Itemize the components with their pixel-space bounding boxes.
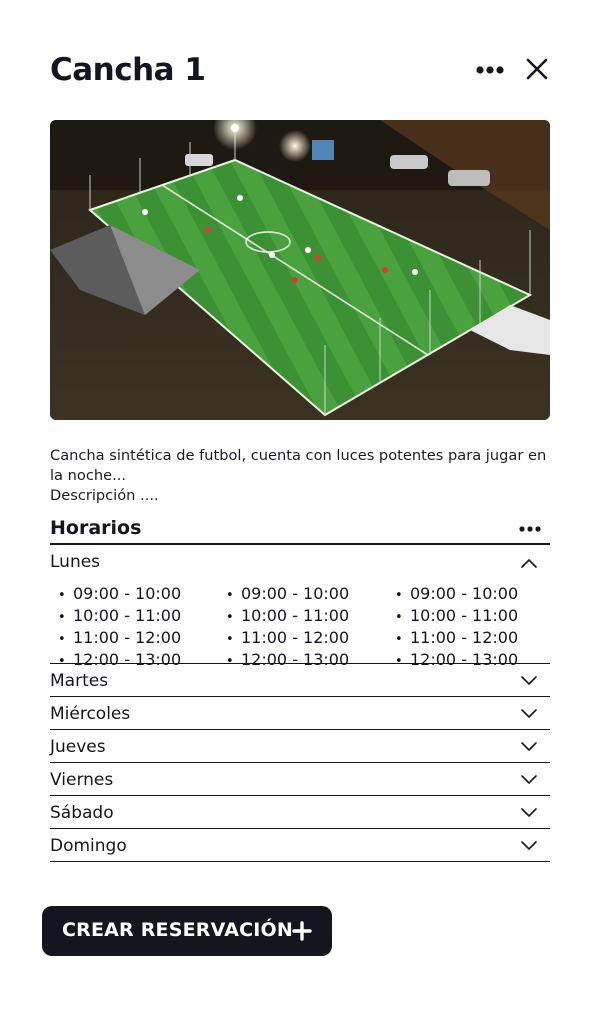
day-item-lunes[interactable]: Lunes 09:00 - 10:00 10:00 - 11:00 11:00 … [50, 546, 550, 669]
day-label: Jueves [50, 737, 106, 757]
time-slot[interactable]: 11:00 - 12:00 [58, 628, 181, 650]
time-slot[interactable]: 10:00 - 11:00 [395, 606, 518, 628]
time-slot-column: 09:00 - 10:00 10:00 - 11:00 11:00 - 12:0… [58, 584, 181, 672]
time-slot[interactable]: 10:00 - 11:00 [58, 606, 181, 628]
time-slot-column: 09:00 - 10:00 10:00 - 11:00 11:00 - 12:0… [226, 584, 349, 672]
day-label: Sábado [50, 803, 114, 823]
close-button[interactable] [522, 54, 552, 84]
day-item-jueves[interactable]: Jueves [50, 730, 550, 763]
chevron-down-icon[interactable] [520, 774, 538, 786]
time-slot[interactable]: 11:00 - 12:00 [395, 628, 518, 650]
create-reservation-button[interactable]: CREAR RESERVACIÓN [42, 906, 332, 956]
field-description: Cancha sintética de futbol, cuenta con l… [50, 446, 555, 506]
time-slot-column: 09:00 - 10:00 10:00 - 11:00 11:00 - 12:0… [395, 584, 518, 672]
day-item-martes[interactable]: Martes [50, 664, 550, 697]
day-item-miercoles[interactable]: Miércoles [50, 697, 550, 730]
create-reservation-label: CREAR RESERVACIÓN [62, 919, 293, 941]
more-horizontal-icon [519, 526, 541, 532]
chevron-up-icon[interactable] [520, 557, 538, 569]
schedule-title: Horarios [50, 517, 142, 539]
day-label: Martes [50, 671, 109, 691]
chevron-down-icon[interactable] [520, 741, 538, 753]
time-slot[interactable]: 09:00 - 10:00 [395, 584, 518, 606]
day-label: Lunes [50, 552, 101, 572]
page-title: Cancha 1 [50, 52, 206, 88]
time-slot[interactable]: 10:00 - 11:00 [226, 606, 349, 628]
more-options-button[interactable] [474, 58, 508, 82]
time-slot[interactable]: 09:00 - 10:00 [226, 584, 349, 606]
description-subtext: Descripción .... [50, 487, 159, 504]
header: Cancha 1 [50, 50, 550, 90]
day-label: Miércoles [50, 704, 131, 724]
close-icon [526, 58, 548, 80]
more-horizontal-icon [476, 66, 504, 74]
day-item-viernes[interactable]: Viernes [50, 763, 550, 796]
field-photo [50, 120, 550, 420]
chevron-down-icon[interactable] [520, 807, 538, 819]
chevron-down-icon[interactable] [520, 840, 538, 852]
day-label: Viernes [50, 770, 114, 790]
day-item-sabado[interactable]: Sábado [50, 796, 550, 829]
time-slot[interactable]: 11:00 - 12:00 [226, 628, 349, 650]
schedule-header: Horarios [50, 515, 550, 545]
day-label: Domingo [50, 836, 127, 856]
description-text: Cancha sintética de futbol, cuenta con l… [50, 447, 547, 484]
day-item-domingo[interactable]: Domingo [50, 829, 550, 862]
time-slot[interactable]: 09:00 - 10:00 [58, 584, 181, 606]
chevron-down-icon[interactable] [520, 708, 538, 720]
chevron-down-icon[interactable] [520, 675, 538, 687]
plus-icon [292, 921, 312, 941]
schedule-more-button[interactable] [518, 519, 542, 539]
